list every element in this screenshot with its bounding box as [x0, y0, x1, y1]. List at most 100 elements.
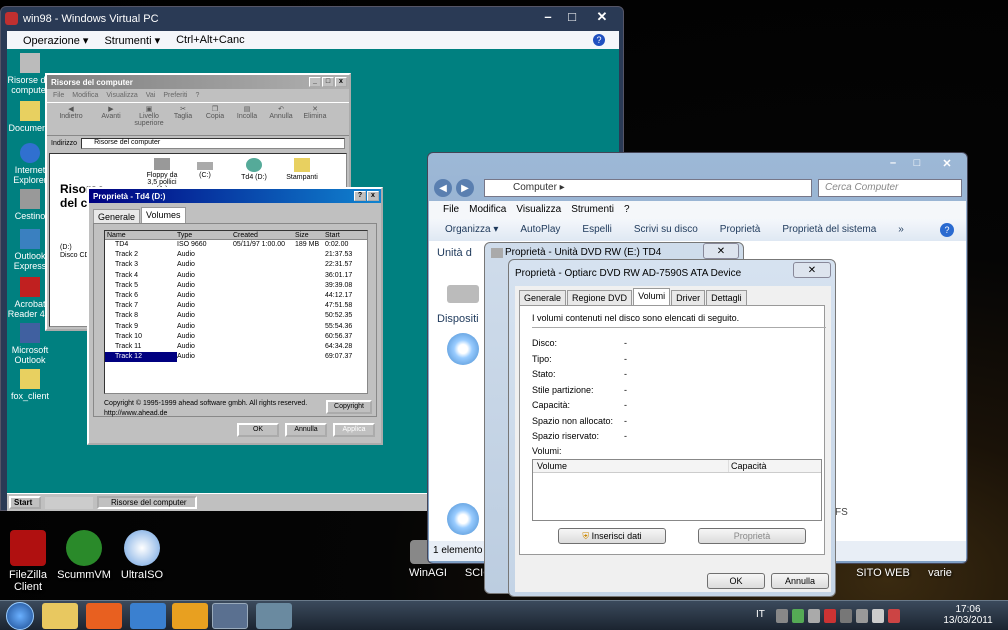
filezilla-icon[interactable]: FileZilla Client: [0, 530, 60, 593]
vpc-minimize-button[interactable]: –: [537, 8, 559, 25]
virtualpc-taskbar-icon[interactable]: [212, 603, 248, 629]
c-menu-help[interactable]: ?: [624, 201, 630, 219]
c-menu-strumenti[interactable]: Strumenti: [571, 201, 614, 219]
r-menu-modifica[interactable]: Modifica: [72, 92, 98, 99]
tray-icon-5[interactable]: [840, 609, 852, 623]
proprieta-sistema-button[interactable]: Proprietà del sistema: [782, 219, 876, 241]
tray-icon-1[interactable]: [776, 609, 788, 623]
drive-icon[interactable]: [447, 285, 479, 303]
td4-ok-button[interactable]: OK: [237, 423, 279, 437]
computer-close-button[interactable]: ✕: [930, 155, 964, 171]
printers-folder[interactable]: Stampanti: [282, 158, 322, 181]
d-drive[interactable]: Td4 (D:): [236, 158, 272, 181]
risorse-max[interactable]: □: [322, 77, 334, 87]
track-list[interactable]: Name Type Created Size Start TD4 ISO 9660 05/1…: [104, 230, 368, 394]
track-row[interactable]: Track 10 Audio 60:56.37: [105, 332, 367, 342]
r-menu-preferiti[interactable]: Preferiti: [163, 92, 187, 99]
c-menu-modifica[interactable]: Modifica: [469, 201, 506, 219]
settings-taskbar-icon[interactable]: [256, 603, 292, 629]
language-indicator[interactable]: IT: [756, 609, 765, 620]
tab-volumi[interactable]: Volumi: [633, 288, 671, 305]
td4-cancel-button[interactable]: Annulla: [285, 423, 327, 437]
w98-quicklaunch[interactable]: [45, 497, 93, 509]
copyright-button[interactable]: Copyright: [326, 400, 372, 414]
w98-task-risorse[interactable]: Risorse del computer: [97, 496, 197, 509]
tray-icon-6[interactable]: [856, 609, 868, 623]
vpc-maximize-button[interactable]: □: [561, 8, 583, 25]
ultraiso-icon[interactable]: UltraISO: [110, 530, 174, 581]
r-menu-help[interactable]: ?: [195, 92, 199, 99]
tab-volumes[interactable]: Volumes: [141, 207, 186, 224]
breadcrumb[interactable]: Computer ▸: [484, 179, 812, 197]
clock[interactable]: 17:06 13/03/2011: [940, 604, 996, 626]
forward-button[interactable]: ▶ Avanti: [91, 105, 131, 133]
track-row[interactable]: Track 12 Audio 69:07.37: [105, 352, 367, 363]
dlg2-ok-button[interactable]: OK: [707, 573, 765, 589]
explorer-taskbar-icon[interactable]: [42, 603, 78, 629]
start-orb[interactable]: [6, 602, 34, 630]
col-capacita[interactable]: Capacità: [729, 460, 767, 472]
menu-ctrl-alt-canc[interactable]: Ctrl+Alt+Canc: [176, 34, 244, 46]
track-row[interactable]: Track 7 Audio 47:51.58: [105, 301, 367, 311]
track-row[interactable]: Track 3 Audio 22:31.57: [105, 260, 367, 270]
scrivi-button[interactable]: Scrivi su disco: [634, 219, 698, 241]
media-player-taskbar-icon[interactable]: [86, 603, 122, 629]
vpc-close-button[interactable]: ✕: [585, 8, 619, 25]
back-button[interactable]: ◀ Indietro: [51, 105, 91, 133]
menu-strumenti[interactable]: Strumenti ▾: [104, 34, 160, 47]
tray-icons[interactable]: [776, 609, 926, 623]
copy-button[interactable]: ❐ Copia: [199, 105, 231, 133]
dlg2-close-button[interactable]: ✕: [793, 262, 831, 278]
outlook-taskbar-icon[interactable]: [172, 603, 208, 629]
td4-apply-button[interactable]: Applica: [333, 423, 375, 437]
proprieta-button[interactable]: Proprietà: [720, 219, 761, 241]
tray-icon-2[interactable]: [792, 609, 804, 623]
w98-start-button[interactable]: Start: [9, 496, 41, 509]
volume-icon[interactable]: [872, 609, 884, 623]
risorse-close[interactable]: x: [335, 77, 347, 87]
ie-taskbar-icon[interactable]: [130, 603, 166, 629]
dlg2-cancel-button[interactable]: Annulla: [771, 573, 829, 589]
track-row[interactable]: Track 5 Audio 39:39.08: [105, 281, 367, 291]
insert-data-button[interactable]: ⛨ Inserisci dati: [558, 528, 666, 544]
undo-button[interactable]: ↶ Annulla: [263, 105, 299, 133]
dvd-drive-icon[interactable]: [447, 333, 479, 365]
vpc-help-icon[interactable]: ?: [593, 34, 605, 46]
c-drive[interactable]: (C:): [190, 158, 220, 179]
dvd-drive-icon-2[interactable]: [447, 503, 479, 535]
track-row[interactable]: Track 4 Audio 36:01.17: [105, 271, 367, 281]
volumes-list[interactable]: Volume Capacità: [532, 459, 822, 521]
search-input[interactable]: Cerca Computer: [818, 179, 962, 197]
paste-button[interactable]: ▤ Incolla: [231, 105, 263, 133]
scummvm-icon[interactable]: ScummVM: [52, 530, 116, 581]
track-row[interactable]: Track 8 Audio 50:52.35: [105, 311, 367, 321]
track-row[interactable]: TD4 ISO 9660 05/11/97 1:00.00 189 MB 0:02.00: [105, 240, 367, 250]
computer-minimize-button[interactable]: –: [882, 155, 904, 171]
espelli-button[interactable]: Espelli: [582, 219, 611, 241]
r-menu-file[interactable]: File: [53, 92, 64, 99]
organizza-button[interactable]: Organizza ▾: [445, 219, 498, 241]
menu-operazione[interactable]: Operazione ▾: [23, 34, 88, 47]
autoplay-button[interactable]: AutoPlay: [520, 219, 560, 241]
track-row[interactable]: Track 2 Audio 21:37.53: [105, 250, 367, 260]
r-menu-visualizza[interactable]: Visualizza: [106, 92, 137, 99]
track-row[interactable]: Track 11 Audio 64:34.28: [105, 342, 367, 352]
nav-back-button[interactable]: ◀: [434, 179, 452, 197]
risorse-min[interactable]: _: [309, 77, 321, 87]
w98-fox-client-icon[interactable]: fox_client: [7, 369, 53, 401]
td4-close[interactable]: x: [367, 191, 379, 201]
delete-button[interactable]: ✕ Elimina: [299, 105, 331, 133]
tray-icon-4[interactable]: [824, 609, 836, 623]
more-commands-button[interactable]: »: [898, 219, 904, 241]
up-button[interactable]: ▣ Livello superiore: [131, 105, 167, 133]
c-menu-visualizza[interactable]: Visualizza: [516, 201, 561, 219]
address-input[interactable]: Risorse del computer: [81, 138, 345, 149]
volume-properties-button[interactable]: Proprietà: [698, 528, 806, 544]
tray-icon-3[interactable]: [808, 609, 820, 623]
network-icon[interactable]: [888, 609, 900, 623]
track-row[interactable]: Track 9 Audio 55:54.36: [105, 322, 367, 332]
col-volume[interactable]: Volume: [533, 460, 729, 472]
computer-maximize-button[interactable]: □: [906, 155, 928, 171]
dlg1-close-button[interactable]: ✕: [703, 243, 739, 259]
r-menu-vai[interactable]: Vai: [146, 92, 156, 99]
